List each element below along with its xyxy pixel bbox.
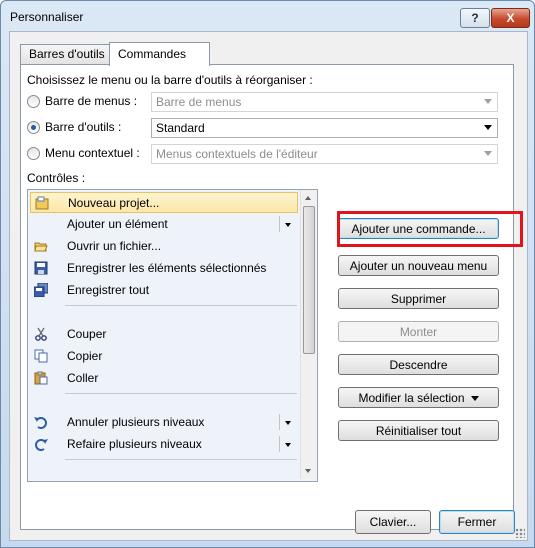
close-window-button[interactable]: X	[491, 8, 530, 28]
dialog-title: Personnaliser	[10, 10, 84, 24]
menu-bar-select-value: Barre de menus	[156, 95, 242, 109]
list-item-undo[interactable]: Annuler plusieurs niveaux	[30, 412, 298, 433]
move-down-button[interactable]: Descendre	[338, 354, 499, 375]
radio-button-icon[interactable]	[27, 94, 40, 108]
chevron-down-icon[interactable]	[285, 223, 291, 227]
context-menu-select: Menus contextuels de l'éditeur	[151, 144, 498, 164]
help-button[interactable]: ?	[460, 8, 490, 28]
submenu-divider	[279, 436, 280, 452]
menu-bar-select: Barre de menus	[151, 92, 498, 112]
undo-icon	[34, 417, 47, 429]
controls-label: Contrôles :	[27, 171, 86, 185]
list-separator	[65, 459, 297, 460]
list-scrollbar[interactable]	[300, 190, 316, 479]
modify-selection-label: Modifier la sélection	[358, 391, 465, 405]
chevron-down-icon[interactable]	[285, 443, 291, 447]
list-item-label: Coller	[67, 371, 99, 385]
close-button[interactable]: Fermer	[439, 510, 515, 534]
customize-dialog: Personnaliser ? X Barres d'outils Comman…	[0, 0, 535, 548]
modify-selection-button[interactable]: Modifier la sélection	[338, 387, 499, 408]
chevron-down-icon	[470, 396, 479, 402]
controls-list[interactable]: Nouveau projet... Ajouter un élément Ouv…	[27, 189, 318, 482]
list-item-redo[interactable]: Refaire plusieurs niveaux	[30, 434, 298, 455]
list-item-open-file[interactable]: Ouvrir un fichier...	[30, 236, 298, 257]
submenu-divider	[279, 216, 280, 232]
choose-target-label: Choisissez le menu ou la barre d'outils …	[27, 73, 313, 87]
move-up-button: Monter	[338, 321, 499, 342]
radio-context-menu[interactable]: Menu contextuel :	[27, 144, 140, 162]
keyboard-button[interactable]: Clavier...	[355, 510, 431, 534]
chevron-down-icon	[484, 99, 492, 104]
context-menu-select-value: Menus contextuels de l'éditeur	[156, 147, 318, 161]
list-item-label: Ajouter un élément	[67, 217, 168, 231]
chevron-down-icon	[484, 151, 492, 156]
scissors-icon	[35, 327, 47, 341]
radio-toolbar-label: Barre d'outils :	[45, 120, 122, 134]
radio-button-icon[interactable]	[27, 146, 40, 160]
scroll-up-icon[interactable]	[305, 196, 311, 200]
reset-all-button[interactable]: Réinitialiser tout	[338, 420, 499, 441]
list-item-cut[interactable]: Couper	[30, 324, 298, 345]
paste-icon	[34, 371, 48, 385]
list-item-label: Ouvrir un fichier...	[67, 239, 162, 253]
highlight-box	[337, 211, 523, 247]
radio-toolbar[interactable]: Barre d'outils :	[27, 118, 121, 136]
list-item-label: Refaire plusieurs niveaux	[67, 437, 202, 451]
dialog-client-area: Barres d'outils Commandes Choisissez le …	[9, 31, 528, 541]
delete-button[interactable]: Supprimer	[338, 288, 499, 309]
toolbar-select[interactable]: Standard	[151, 118, 498, 138]
chevron-down-icon[interactable]	[285, 421, 291, 425]
list-item-label: Couper	[67, 327, 107, 341]
list-item-label: Annuler plusieurs niveaux	[67, 415, 205, 429]
new-project-icon	[35, 196, 49, 210]
list-item-copy[interactable]: Copier	[30, 346, 298, 367]
scrollbar-thumb[interactable]	[303, 206, 315, 354]
add-menu-button[interactable]: Ajouter un nouveau menu	[338, 255, 499, 276]
list-item-new-project[interactable]: Nouveau projet...	[30, 192, 298, 213]
list-item-label: Enregistrer les éléments sélectionnés	[67, 261, 267, 275]
tab-toolbars[interactable]: Barres d'outils	[20, 44, 110, 64]
tab-commands[interactable]: Commandes	[109, 42, 210, 66]
scroll-down-icon[interactable]	[305, 469, 311, 473]
list-item-label: Enregistrer tout	[67, 283, 150, 297]
submenu-divider	[279, 414, 280, 430]
list-item-paste[interactable]: Coller	[30, 368, 298, 389]
title-bar: Personnaliser ? X	[1, 1, 534, 31]
open-folder-icon	[34, 242, 48, 252]
radio-button-icon[interactable]	[27, 120, 40, 134]
toolbar-select-value: Standard	[156, 121, 205, 135]
list-separator	[65, 305, 297, 306]
list-item-label: Nouveau projet...	[68, 196, 160, 210]
list-item-add-element[interactable]: Ajouter un élément	[30, 214, 298, 235]
radio-menu-bar-label: Barre de menus :	[45, 94, 138, 108]
commands-panel: Choisissez le menu ou la barre d'outils …	[20, 64, 523, 530]
save-all-icon	[34, 283, 48, 297]
list-item-label: Copier	[67, 349, 103, 363]
save-icon	[34, 261, 48, 275]
radio-context-menu-label: Menu contextuel :	[45, 146, 140, 160]
chevron-down-icon	[484, 125, 492, 130]
list-separator	[65, 393, 297, 394]
list-item-save-all[interactable]: Enregistrer tout	[30, 280, 298, 301]
list-item-save-selected[interactable]: Enregistrer les éléments sélectionnés	[30, 258, 298, 279]
resize-grip-icon[interactable]	[515, 528, 525, 538]
copy-icon	[34, 349, 48, 363]
radio-menu-bar[interactable]: Barre de menus :	[27, 92, 137, 110]
redo-icon	[35, 439, 48, 451]
